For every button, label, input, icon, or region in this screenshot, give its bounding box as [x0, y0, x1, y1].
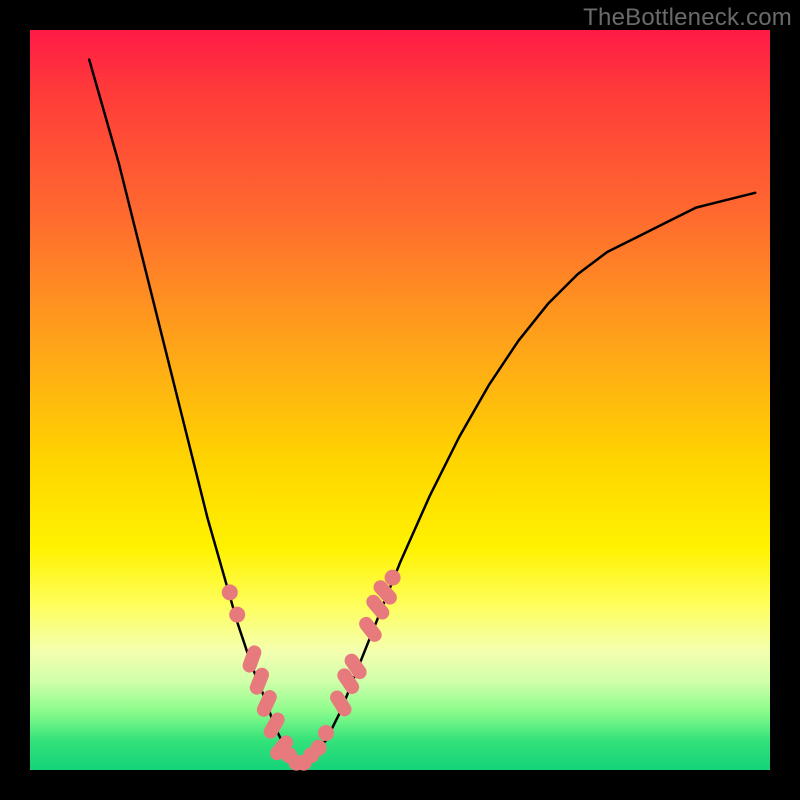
- highlighted-markers: [222, 570, 401, 771]
- chart-frame: TheBottleneck.com: [0, 0, 800, 800]
- marker-dot: [385, 570, 401, 586]
- marker-dot: [318, 725, 334, 741]
- chart-svg: [30, 30, 770, 770]
- plot-area: [30, 30, 770, 770]
- bottleneck-curve-line: [89, 60, 755, 763]
- marker-dot: [222, 584, 238, 600]
- marker-dot: [311, 740, 327, 756]
- marker-dot: [229, 607, 245, 623]
- watermark-text: TheBottleneck.com: [583, 4, 792, 32]
